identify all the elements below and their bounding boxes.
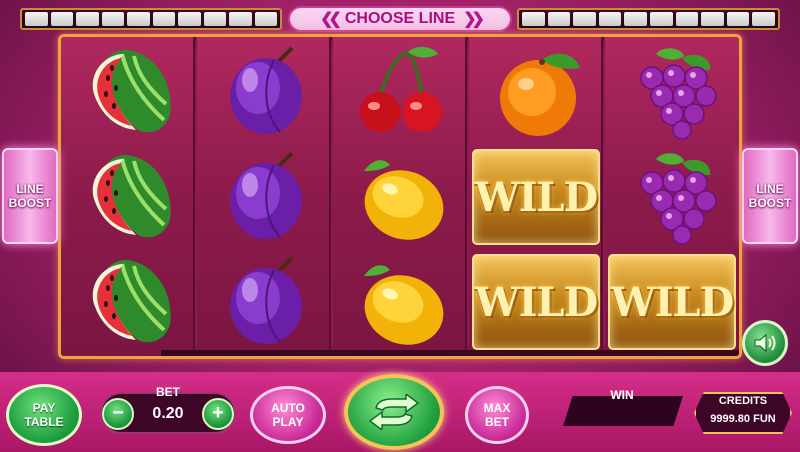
line-boost-right-button[interactable]: LINE BOOST — [742, 148, 798, 244]
max-bet-button[interactable]: MAX BET — [465, 386, 529, 444]
reel-cell: WILD — [605, 249, 739, 355]
reel-cell: WILD — [469, 249, 603, 355]
payline-indicator[interactable] — [76, 12, 99, 26]
wild-symbol: WILD — [472, 149, 600, 245]
wild-symbol: WILD — [472, 254, 600, 350]
grapes-symbol — [640, 153, 717, 245]
bet-label: BET — [156, 385, 180, 399]
bet-decrease-button[interactable]: − — [102, 398, 134, 430]
payline-indicator[interactable] — [203, 12, 226, 26]
payline-indicator[interactable] — [101, 12, 124, 26]
reel-5: WILD — [605, 37, 739, 356]
lemon-symbol — [364, 160, 444, 240]
line-boost-label: LINE BOOST — [8, 182, 52, 210]
plum-symbol — [230, 256, 302, 344]
payline-indicator[interactable] — [649, 12, 673, 26]
watermelon-symbol — [92, 154, 171, 238]
payline-indicator[interactable] — [701, 12, 724, 26]
reel-cell — [333, 39, 467, 145]
wild-symbol: WILD — [608, 254, 736, 350]
payline-indicators-left — [20, 8, 282, 30]
plum-symbol — [230, 151, 302, 239]
reel-cell — [197, 39, 331, 145]
wild-text: WILD — [610, 278, 734, 326]
payline-indicator[interactable] — [522, 12, 545, 26]
line-boost-left-button[interactable]: LINE BOOST — [2, 148, 58, 244]
reel-cell — [61, 144, 195, 250]
reel-cell — [61, 39, 195, 145]
lemon-symbol — [364, 265, 444, 345]
plum-symbol — [230, 46, 302, 134]
reel-1 — [61, 37, 195, 356]
payline-indicators-right — [517, 8, 780, 30]
reel-cell — [469, 39, 603, 145]
reel-cell — [333, 249, 467, 355]
payline-indicator[interactable] — [50, 12, 73, 26]
payline-indicator[interactable] — [752, 12, 775, 26]
game-screen: ❮❮ CHOOSE LINE ❯❯ WILD WILD WILD LINE BO… — [0, 0, 800, 452]
reel-grid: WILD WILD WILD — [58, 34, 742, 359]
grapes-symbol — [640, 48, 717, 140]
orange-symbol — [500, 53, 580, 136]
sound-button[interactable] — [742, 320, 788, 366]
payline-indicator[interactable] — [598, 12, 622, 26]
payline-indicator[interactable] — [573, 12, 596, 26]
payline-indicator[interactable] — [624, 12, 647, 26]
payline-indicator[interactable] — [25, 12, 48, 26]
wild-text: WILD — [474, 278, 598, 326]
reel-2 — [197, 37, 331, 356]
double-chevron-right-icon: ❯❯ — [463, 11, 485, 28]
bet-value: 0.20 — [152, 405, 184, 422]
cherries-symbol — [360, 46, 442, 132]
bet-increase-button[interactable]: + — [202, 398, 234, 430]
max-bet-label: MAX BET — [483, 401, 511, 429]
watermelon-symbol — [92, 259, 171, 343]
win-label: WIN — [610, 388, 634, 402]
payline-indicator[interactable] — [127, 12, 150, 26]
auto-play-button[interactable]: AUTO PLAY — [250, 386, 326, 444]
spin-arrows-icon — [368, 394, 420, 430]
line-boost-label: LINE BOOST — [748, 182, 792, 210]
spin-button[interactable] — [344, 374, 444, 450]
payline-indicator[interactable] — [152, 12, 175, 26]
speaker-icon — [754, 333, 776, 353]
watermelon-symbol — [92, 49, 171, 133]
credits-value: 9999.80 FUN — [710, 413, 776, 425]
payline-indicator[interactable] — [547, 12, 571, 26]
payline-indicator[interactable] — [178, 12, 201, 26]
payline-indicator[interactable] — [726, 12, 750, 26]
reel-4: WILD WILD — [469, 37, 603, 356]
choose-line-label: CHOOSE LINE — [344, 10, 456, 27]
reel-cell — [605, 39, 739, 145]
choose-line-button[interactable]: ❮❮ CHOOSE LINE ❯❯ — [288, 6, 512, 32]
credits-label: CREDITS — [718, 395, 768, 407]
payline-bar — [161, 350, 739, 356]
reel-3 — [333, 37, 467, 356]
payline-indicator[interactable] — [229, 12, 252, 26]
pay-table-button[interactable]: PAY TABLE — [6, 384, 82, 446]
auto-play-label: AUTO PLAY — [271, 401, 305, 429]
payline-indicator[interactable] — [675, 12, 699, 26]
reel-cell — [197, 144, 331, 250]
wild-text: WILD — [474, 173, 598, 221]
reel-cell — [333, 144, 467, 250]
double-chevron-left-icon: ❮❮ — [320, 11, 342, 28]
reel-cell — [61, 249, 195, 355]
reel-cell — [605, 144, 739, 250]
pay-table-label: PAY TABLE — [24, 401, 64, 429]
reel-cell: WILD — [469, 144, 603, 250]
payline-indicator[interactable] — [254, 12, 277, 26]
reel-cell — [197, 249, 331, 355]
